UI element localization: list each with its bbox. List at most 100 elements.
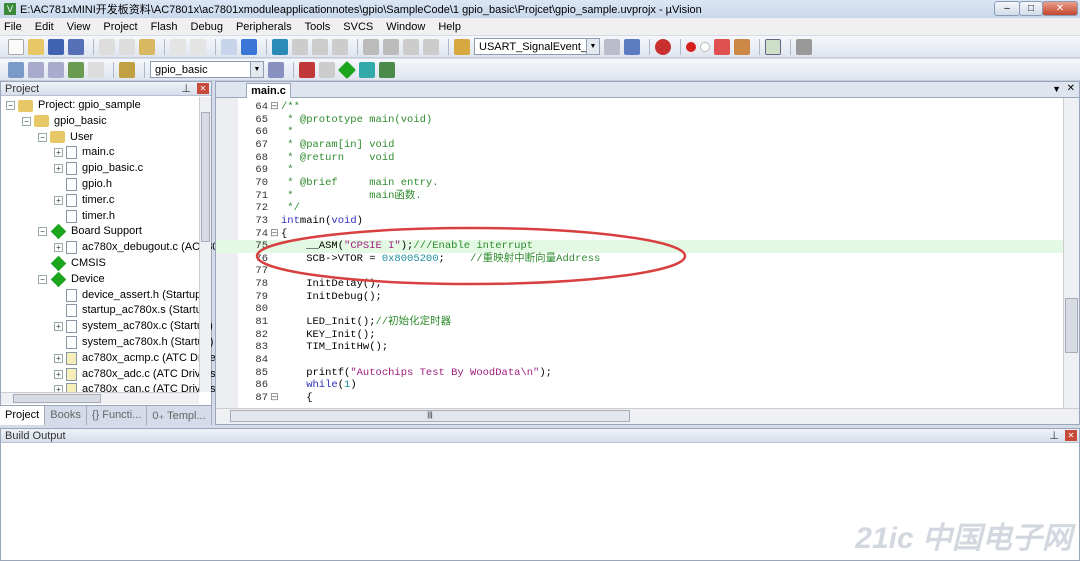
manage-components-icon[interactable] xyxy=(299,61,315,78)
tree-item[interactable]: gpio.h xyxy=(54,177,112,192)
tree-item[interactable]: device_assert.h (Startup) xyxy=(54,288,205,303)
tree-item[interactable]: CMSIS xyxy=(38,255,106,272)
menu-peripherals[interactable]: Peripherals xyxy=(236,21,292,33)
translate-icon[interactable] xyxy=(8,61,24,78)
maximize-button[interactable]: □ xyxy=(1019,1,1043,16)
menu-help[interactable]: Help xyxy=(438,21,461,33)
window-layout-icon[interactable] xyxy=(765,38,781,55)
chevron-down-icon[interactable]: ▼ xyxy=(586,39,599,54)
build-icon[interactable] xyxy=(28,61,44,78)
select-packs-icon[interactable] xyxy=(359,61,375,78)
tab-templates[interactable]: 0₊ Templ... xyxy=(147,406,212,425)
expand-toggle-icon[interactable]: + xyxy=(54,148,63,158)
tree-horizontal-scrollbar[interactable] xyxy=(1,392,199,404)
unindent-icon[interactable] xyxy=(383,38,399,55)
target-combo[interactable]: gpio_basic ▼ xyxy=(150,61,264,78)
save-all-icon[interactable] xyxy=(68,38,84,55)
next-bookmark-icon[interactable] xyxy=(312,38,328,55)
find-icon[interactable] xyxy=(604,38,620,55)
menu-view[interactable]: View xyxy=(67,21,91,33)
menu-project[interactable]: Project xyxy=(103,21,137,33)
tree-item[interactable]: − User xyxy=(38,130,93,145)
load-icon[interactable] xyxy=(119,61,135,78)
chevron-down-icon[interactable]: ▼ xyxy=(250,62,263,77)
redo-icon[interactable] xyxy=(190,38,206,55)
clear-bookmarks-icon[interactable] xyxy=(332,38,348,55)
configure-icon[interactable] xyxy=(796,38,812,55)
incremental-find-icon[interactable] xyxy=(624,38,640,55)
expand-toggle-icon[interactable]: − xyxy=(6,101,15,110)
stop-build-icon[interactable] xyxy=(88,61,104,78)
menu-window[interactable]: Window xyxy=(386,21,425,33)
clear-breakpoints-icon[interactable] xyxy=(734,38,750,55)
breakpoint-icon[interactable] xyxy=(686,41,696,52)
navigate-forward-icon[interactable] xyxy=(241,38,257,55)
menu-svcs[interactable]: SVCS xyxy=(343,21,373,33)
navigate-back-icon[interactable] xyxy=(221,38,237,55)
tree-item[interactable]: + ac780x_debugout.c (AC780 xyxy=(54,240,218,255)
undo-icon[interactable] xyxy=(170,38,186,55)
paste-icon[interactable] xyxy=(139,38,155,55)
bookmark-icon[interactable] xyxy=(272,38,288,55)
expand-toggle-icon[interactable]: − xyxy=(38,274,47,284)
debug-session-icon[interactable] xyxy=(655,38,671,55)
rebuild-icon[interactable] xyxy=(48,61,64,78)
expand-toggle-icon[interactable]: − xyxy=(22,116,31,126)
menu-tools[interactable]: Tools xyxy=(305,21,331,33)
tree-item[interactable]: + gpio_basic.c xyxy=(54,161,143,176)
tree-item[interactable]: + timer.c xyxy=(54,193,114,208)
close-panel-icon[interactable]: ✕ xyxy=(1065,430,1077,441)
expand-toggle-icon[interactable]: + xyxy=(54,164,63,174)
open-icon[interactable] xyxy=(28,38,44,55)
menu-file[interactable]: File xyxy=(4,21,22,33)
tree-item[interactable]: + ac780x_adc.c (ATC Drivers: xyxy=(54,367,219,382)
manage-rte-icon[interactable] xyxy=(337,60,357,79)
minimize-button[interactable]: – xyxy=(994,1,1020,16)
tree-item[interactable]: − Board Support xyxy=(38,224,142,240)
tree-item[interactable]: − Project: gpio_sample xyxy=(6,98,141,113)
expand-toggle-icon[interactable]: + xyxy=(54,322,63,332)
tree-item[interactable]: timer.h xyxy=(54,209,115,224)
menu-debug[interactable]: Debug xyxy=(191,21,223,33)
prev-bookmark-icon[interactable] xyxy=(292,38,308,55)
tree-item[interactable]: startup_ac780x.s (Startup) xyxy=(54,303,212,318)
expand-toggle-icon[interactable]: − xyxy=(38,132,47,142)
tab-project[interactable]: Project xyxy=(0,406,46,425)
expand-toggle-icon[interactable]: + xyxy=(54,195,63,205)
find-in-files-icon[interactable] xyxy=(454,38,470,55)
cut-icon[interactable] xyxy=(99,38,115,55)
uncomment-icon[interactable] xyxy=(423,38,439,55)
tree-item[interactable]: + system_ac780x.c (Startup) xyxy=(54,319,213,334)
tab-books[interactable]: Books xyxy=(45,406,87,425)
menu-flash[interactable]: Flash xyxy=(151,21,178,33)
close-panel-icon[interactable]: ✕ xyxy=(197,83,209,94)
tree-item[interactable]: − gpio_basic xyxy=(22,114,107,129)
file-extensions-icon[interactable] xyxy=(319,61,335,78)
save-icon[interactable] xyxy=(48,38,64,55)
tree-vertical-scrollbar[interactable] xyxy=(199,97,211,392)
expand-toggle-icon[interactable]: + xyxy=(54,243,63,253)
close-button[interactable]: ✕ xyxy=(1042,1,1078,16)
kill-breakpoints-icon[interactable] xyxy=(714,38,730,55)
tree-item[interactable]: + main.c xyxy=(54,145,114,160)
new-file-icon[interactable] xyxy=(8,38,24,55)
target-options-icon[interactable] xyxy=(268,61,284,78)
tree-item[interactable]: − Device xyxy=(38,271,105,288)
pin-icon[interactable]: ⊥ xyxy=(1049,429,1059,443)
tree-item[interactable]: system_ac780x.h (Startup) xyxy=(54,335,213,350)
pack-installer-icon[interactable] xyxy=(379,61,395,78)
menu-edit[interactable]: Edit xyxy=(35,21,54,33)
tree-item[interactable]: + ac780x_acmp.c (ATC Driver xyxy=(54,351,219,366)
expand-toggle-icon[interactable]: + xyxy=(54,369,63,379)
expand-toggle-icon[interactable]: − xyxy=(38,227,47,237)
comment-icon[interactable] xyxy=(403,38,419,55)
disable-breakpoint-icon[interactable] xyxy=(700,41,710,52)
download-icon[interactable] xyxy=(68,61,84,78)
indent-icon[interactable] xyxy=(363,38,379,55)
pin-icon[interactable]: ⊥ xyxy=(181,82,191,96)
tab-functions[interactable]: {} Functi... xyxy=(87,406,148,425)
copy-icon[interactable] xyxy=(119,38,135,55)
function-combo[interactable]: USART_SignalEvent_t ▼ xyxy=(474,38,600,55)
expand-toggle-icon[interactable]: + xyxy=(54,353,63,363)
tree-item-label: device_assert.h (Startup) xyxy=(82,288,205,301)
